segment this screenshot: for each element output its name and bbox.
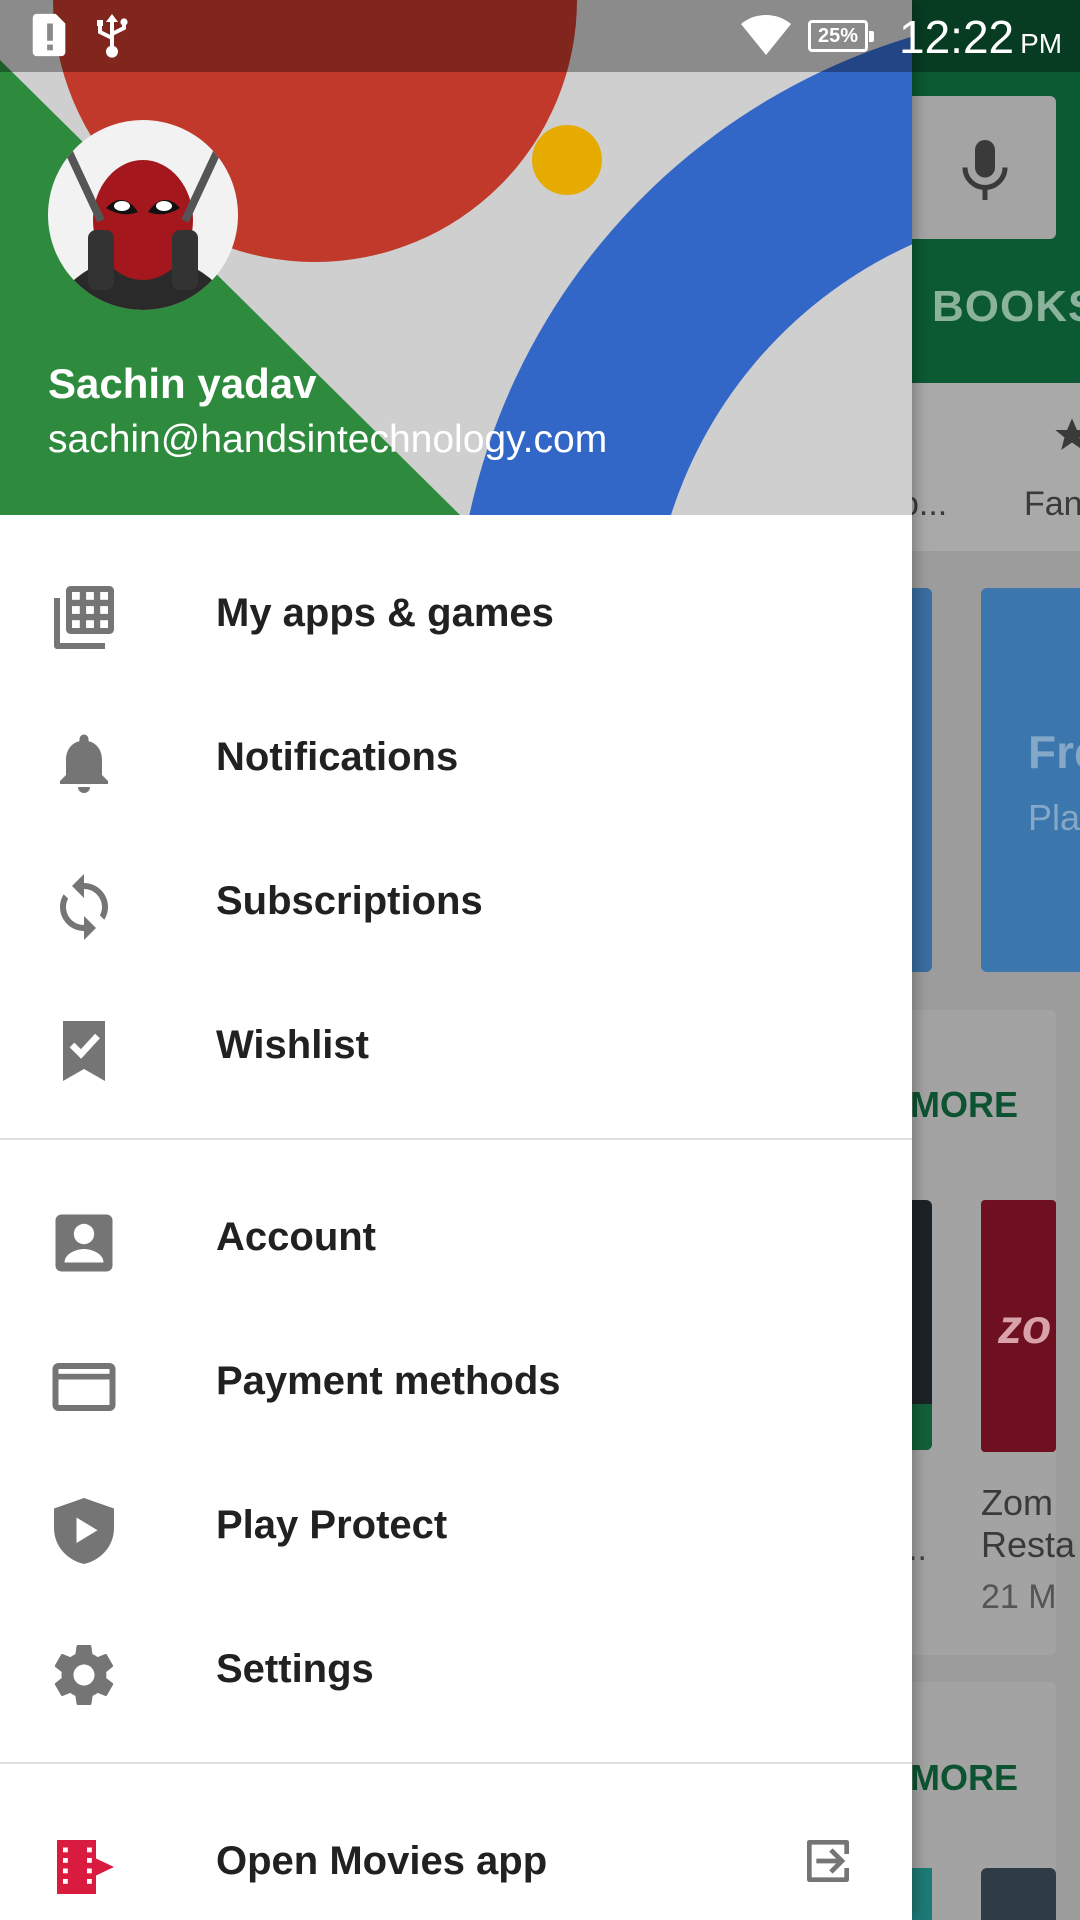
menu-item-label: Subscriptions — [216, 879, 483, 923]
bookmark-check-icon — [63, 1021, 105, 1081]
navigation-drawer: Sachin yadav sachin@handsintechnology.co… — [0, 0, 912, 1920]
menu-item-label: My apps & games — [216, 591, 554, 635]
account-icon — [55, 1214, 113, 1272]
clock-period: PM — [1020, 28, 1063, 59]
menu-item-label: Settings — [216, 1647, 374, 1691]
background-promo-card — [981, 588, 1080, 972]
mic-icon — [962, 140, 1008, 200]
menu-item-notifications[interactable]: Notifications — [0, 692, 912, 822]
star-icon — [1055, 418, 1080, 450]
menu-item-account[interactable]: Account — [0, 1172, 912, 1302]
menu-item-label: Open Movies app — [216, 1839, 548, 1883]
divider — [0, 1762, 912, 1764]
menu-item-payment-methods[interactable]: Payment methods — [0, 1316, 912, 1446]
clock-time: 12:22 — [899, 11, 1015, 63]
exit-icon — [807, 1840, 849, 1882]
background-more-link: MORE — [910, 1757, 1018, 1798]
avatar-image — [48, 120, 238, 310]
usb-icon — [97, 14, 128, 58]
background-chip-label: Fan — [1024, 485, 1080, 523]
menu-item-play-protect[interactable]: Play Protect — [0, 1460, 912, 1590]
battery-level: 25% — [817, 25, 859, 47]
menu-item-subscriptions[interactable]: Subscriptions — [0, 836, 912, 966]
movies-icon — [57, 1840, 114, 1894]
background-app-logo: zo — [998, 1301, 1052, 1354]
menu-item-wishlist[interactable]: Wishlist — [0, 980, 912, 1110]
battery-icon: 25% — [808, 20, 874, 52]
wifi-icon — [741, 15, 791, 55]
alert-icon — [32, 13, 66, 57]
drawer-header[interactable]: Sachin yadav sachin@handsintechnology.co… — [0, 0, 912, 515]
divider — [0, 1138, 912, 1140]
background-app-name: Zom Resta — [981, 1482, 1076, 1565]
menu-item-label: Notifications — [216, 735, 459, 779]
credit-card-icon — [52, 1363, 116, 1411]
menu-item-label: Account — [216, 1215, 376, 1259]
menu-item-my-apps-games[interactable]: My apps & games — [0, 548, 912, 678]
status-bar: 25% 12:22 PM — [0, 0, 1080, 72]
menu-item-settings[interactable]: Settings — [0, 1604, 912, 1734]
shield-play-icon — [54, 1498, 114, 1564]
background-app-size: 21 M — [981, 1578, 1057, 1616]
refresh-icon — [60, 874, 108, 940]
menu-item-open-movies-app[interactable]: Open Movies app — [0, 1796, 912, 1920]
apps-grid-icon — [54, 586, 114, 649]
background-app-tile — [981, 1868, 1056, 1920]
background-tab-books: BOOKS — [932, 282, 1080, 331]
menu-item-label: Payment methods — [216, 1359, 561, 1403]
user-email: sachin@handsintechnology.com — [48, 418, 608, 461]
clock: 12:22 PM — [899, 10, 1062, 64]
menu-item-label: Play Protect — [216, 1503, 448, 1547]
background-more-link: MORE — [910, 1084, 1018, 1125]
background-promo-subtitle: Pla — [1028, 797, 1080, 838]
avatar[interactable] — [48, 120, 238, 310]
menu-item-label: Wishlist — [216, 1023, 369, 1067]
background-promo-title: Fre — [1028, 726, 1080, 778]
gear-icon — [54, 1645, 114, 1706]
user-name: Sachin yadav — [48, 360, 317, 407]
bell-icon — [60, 734, 108, 793]
